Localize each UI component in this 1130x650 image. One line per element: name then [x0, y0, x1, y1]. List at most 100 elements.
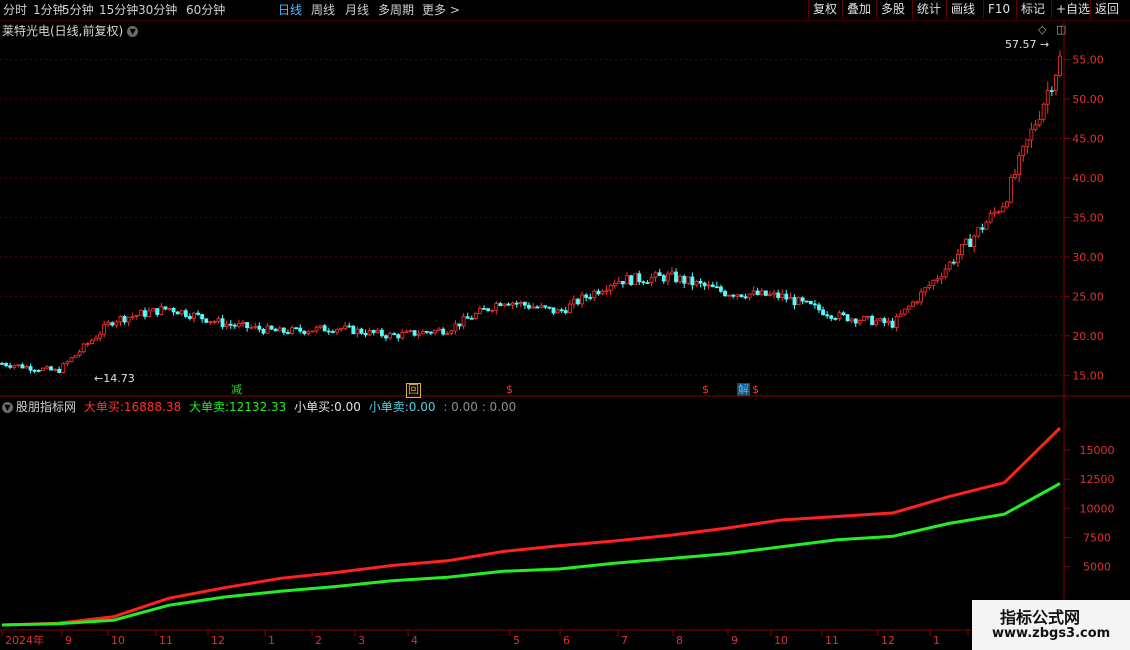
candle-body	[171, 308, 176, 313]
toolbar-button-0[interactable]: 复权	[808, 0, 841, 19]
candle-body	[179, 310, 184, 315]
event-tag-5[interactable]: $	[749, 383, 762, 396]
big-buy-value: 16888.38	[123, 400, 182, 414]
time-tick-label: 7	[621, 634, 628, 647]
candle-body	[114, 321, 119, 326]
candle-body	[972, 235, 977, 247]
period-tab-6[interactable]: 日线	[278, 2, 302, 18]
candle-body	[61, 363, 66, 373]
candle-body	[490, 309, 495, 312]
candle-body	[800, 297, 805, 302]
time-tick-label: 2024年	[5, 633, 44, 647]
candle-body	[890, 320, 895, 328]
candle-body	[429, 331, 433, 334]
candle-body	[126, 316, 131, 323]
candle-body	[763, 290, 768, 296]
candle-body	[261, 328, 266, 334]
candle-body	[841, 312, 846, 316]
period-tab-4[interactable]: 30分钟	[138, 2, 177, 18]
candle-body	[772, 292, 776, 295]
candle-body	[960, 243, 964, 256]
event-tag-2[interactable]: $	[503, 383, 516, 396]
candle-body	[318, 325, 323, 328]
period-tab-5[interactable]: 60分钟	[186, 2, 225, 18]
candle-body	[1033, 124, 1038, 130]
period-tab-8[interactable]: 月线	[345, 2, 369, 18]
toolbar-button-4[interactable]: 画线	[946, 0, 979, 19]
candle-body	[310, 330, 315, 333]
candle-body	[355, 328, 360, 335]
candle-body	[657, 272, 662, 276]
candle-body	[747, 293, 752, 299]
small-buy-label: 小单买:	[294, 400, 335, 414]
toolbar-button-1[interactable]: 叠加	[842, 0, 875, 19]
kline-chart-area[interactable]: 55.0050.0045.0040.0035.0030.0025.0020.00…	[0, 20, 1130, 650]
candle-body	[167, 308, 172, 310]
candle-body	[98, 333, 102, 339]
event-tag-3[interactable]: $	[699, 383, 712, 396]
candle-body	[653, 272, 658, 278]
candle-body	[808, 300, 813, 305]
candle-body	[408, 330, 413, 332]
candle-body	[821, 309, 825, 316]
toolbar-button-8[interactable]: 返回	[1090, 0, 1123, 19]
candle-body	[175, 311, 180, 315]
period-tab-7[interactable]: 周线	[311, 2, 335, 18]
toolbar-button-5[interactable]: F10	[983, 0, 1014, 19]
candle-body	[1004, 201, 1009, 208]
price-tick-label: 35.00	[1072, 211, 1104, 224]
price-tick-label: 55.00	[1072, 54, 1104, 67]
candle-body	[522, 302, 527, 306]
toolbar-button-6[interactable]: 标记	[1016, 0, 1049, 19]
toolbar-button-7[interactable]: +自选	[1051, 0, 1094, 19]
candle-body	[4, 363, 8, 367]
period-tab-0[interactable]: 分时	[3, 2, 27, 18]
candle-body	[151, 308, 156, 312]
candle-body	[281, 327, 286, 333]
candle-body	[804, 300, 809, 303]
indicator-menu-icon[interactable]: ▼	[2, 402, 13, 413]
candle-body	[992, 211, 997, 214]
toolbar-button-3[interactable]: 统计	[912, 0, 945, 19]
candle-body	[911, 301, 915, 307]
candle-body	[163, 306, 168, 310]
period-tab-9[interactable]: 多周期	[378, 2, 414, 18]
candle-body	[1025, 139, 1030, 147]
candle-body	[1009, 177, 1013, 203]
time-tick-label: 12	[211, 634, 225, 647]
event-tag-1[interactable]: 回	[406, 383, 421, 398]
big-buy-label: 大单买:	[83, 400, 124, 414]
candle-body	[94, 337, 98, 341]
candle-body	[69, 357, 74, 363]
candle-body	[130, 315, 135, 318]
candle-body	[894, 315, 899, 328]
period-tab-10[interactable]: 更多 >	[422, 2, 460, 18]
candle-body	[220, 318, 225, 327]
candle-body	[384, 335, 388, 339]
candle-body	[326, 330, 331, 333]
candle-body	[584, 294, 589, 298]
candle-body	[935, 278, 940, 281]
candle-body	[494, 303, 499, 311]
candle-body	[988, 213, 993, 223]
candle-body	[902, 308, 907, 315]
candle-body	[980, 227, 985, 230]
candle-body	[817, 304, 821, 311]
candle-body	[739, 294, 744, 298]
candle-body	[645, 282, 650, 285]
candle-body	[441, 328, 446, 335]
event-tag-0[interactable]: 减	[230, 383, 243, 396]
candle-body	[36, 370, 41, 372]
candle-body	[228, 323, 233, 326]
candle-body	[919, 291, 924, 303]
toolbar-button-2[interactable]: 多股	[876, 0, 909, 19]
candle-body	[837, 312, 842, 320]
candle-body	[155, 308, 160, 315]
period-tab-3[interactable]: 15分钟	[99, 2, 138, 18]
candle-body	[719, 286, 723, 292]
candle-body	[539, 305, 544, 308]
indicator-name[interactable]: 股朋指标网	[16, 400, 76, 414]
period-tab-2[interactable]: 5分钟	[62, 2, 94, 18]
candle-body	[1037, 118, 1042, 126]
period-tab-1[interactable]: 1分钟	[33, 2, 65, 18]
